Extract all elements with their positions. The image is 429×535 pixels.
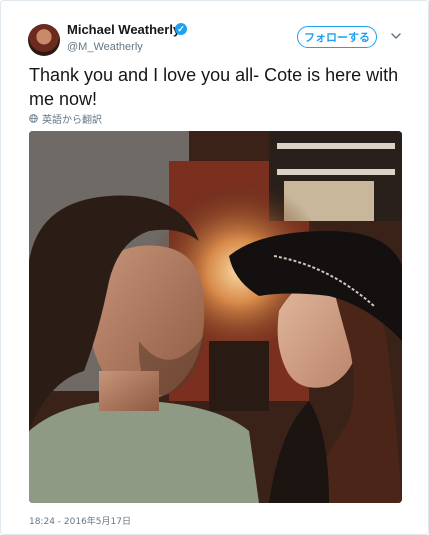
tweet-timestamp[interactable]: 18:24 - 2016年5月17日 — [29, 514, 131, 527]
globe-icon — [29, 114, 38, 123]
tweet-text: Thank you and I love you all- Cote is he… — [29, 65, 399, 109]
tweet-card: Michael Weatherly ✓ @M_Weatherly フォローする … — [0, 0, 429, 535]
avatar[interactable] — [28, 24, 60, 56]
translate-label: 英語から翻訳 — [42, 115, 102, 126]
tweet-photo[interactable] — [29, 131, 402, 503]
chevron-down-icon[interactable] — [389, 29, 403, 43]
translate-link[interactable]: 英語から翻訳 — [29, 111, 102, 126]
verified-badge-icon: ✓ — [175, 23, 187, 35]
follow-button[interactable]: フォローする — [297, 26, 377, 48]
user-handle[interactable]: @M_Weatherly — [67, 41, 143, 53]
photo-image — [29, 131, 402, 503]
display-name[interactable]: Michael Weatherly — [67, 22, 180, 37]
